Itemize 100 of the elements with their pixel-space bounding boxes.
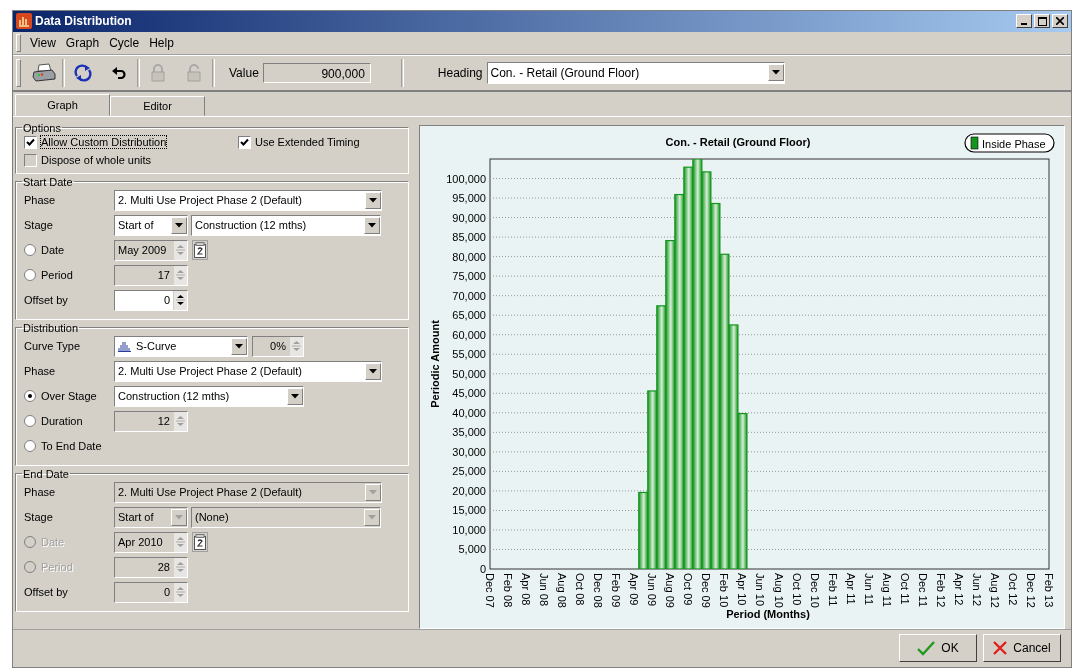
dropdown[interactable]: 2. Multi Use Project Phase 2 (Default) [114,360,382,382]
radio-label: To End Date [41,440,102,453]
group-title: Start Date [22,175,74,188]
close-button[interactable] [1052,14,1068,29]
check-icon [917,640,936,657]
y-tick-label: 75,000 [452,269,486,282]
dropdown[interactable]: Construction (12 mths) [191,214,381,236]
radio-button[interactable] [24,440,36,453]
dropdown[interactable]: S-Curve [114,335,248,357]
y-tick-label: 0 [479,562,486,575]
y-tick-label: 50,000 [452,367,486,380]
y-tick-label: 80,000 [452,250,486,263]
maximize-button[interactable] [1034,14,1050,29]
menu-item[interactable]: Graph [61,35,106,50]
x-tick-label: Dec 12 [1024,572,1037,608]
value-label: Value [229,65,259,80]
cancel-button[interactable]: Cancel [983,634,1061,663]
legend: Inside Phase [964,133,1055,153]
x-tick-label: Feb 08 [502,572,515,607]
field-label: Phase [24,365,56,378]
radio-button[interactable] [24,390,36,403]
ok-button[interactable]: OK [899,634,977,663]
field-label: Phase [24,194,56,207]
x-tick-label: Apr 08 [520,572,533,606]
y-tick-label: 95,000 [452,191,486,204]
field-label: Stage [24,219,53,232]
checkbox-label: Dispose of whole units [41,154,152,167]
tab[interactable]: Editor [110,95,205,116]
checkbox-label: Allow Custom Distribution [41,136,167,149]
x-tick-label: Feb 10 [718,572,731,607]
y-tick-label: 65,000 [452,308,486,321]
y-tick-label: 45,000 [452,386,486,399]
checkbox[interactable] [238,135,251,149]
radio-label: Period [41,269,73,282]
x-tick-label: Oct 08 [574,572,587,606]
x-tick-label: Oct 12 [1006,572,1019,606]
dropdown[interactable]: Con. - Retail (Ground Floor) [486,61,785,84]
spinner-icon[interactable] [173,290,187,310]
x-tick-label: Feb 11 [826,572,839,607]
field-label: Offset by [24,294,68,307]
maximize-icon [1037,16,1047,26]
x-tick-label: Aug 10 [772,572,785,608]
dropdown[interactable]: 2. Multi Use Project Phase 2 (Default) [114,189,382,211]
caret-icon[interactable] [171,216,187,234]
x-tick-label: Apr 12 [952,572,965,606]
field-label: Stage [24,511,53,524]
caret-icon[interactable] [364,216,380,234]
y-tick-label: 25,000 [452,465,486,478]
dropdown[interactable]: Construction (12 mths) [114,385,304,407]
app-icon [16,13,32,30]
value-field: 900,000 [262,62,371,83]
y-tick-label: 10,000 [452,523,486,536]
tab[interactable]: Graph [15,93,110,116]
field-label: Curve Type [24,340,81,353]
x-tick-label: Jun 09 [646,572,659,606]
x-tick-label: Jun 11 [862,572,875,605]
y-tick-label: 100,000 [446,172,486,185]
window-title: Data Distribution [35,14,132,29]
x-tick-label: Feb 09 [610,572,623,607]
printer-icon[interactable] [30,60,58,85]
dropdown[interactable]: Start of [114,214,188,236]
caret-icon[interactable] [231,337,247,355]
calendar-icon[interactable] [192,532,208,553]
menu-item[interactable]: Help [145,35,180,50]
x-tick-label: Dec 11 [916,572,929,607]
number-field[interactable]: 0 [114,289,188,311]
y-tick-label: 55,000 [452,347,486,360]
y-tick-label: 20,000 [452,484,486,497]
checkbox[interactable] [24,135,37,149]
legend-label: Inside Phase [982,137,1046,150]
caret-icon[interactable] [767,64,784,82]
x-tick-label: Jun 08 [538,572,551,606]
x-tick-label: Dec 08 [592,572,605,608]
caret-icon[interactable] [365,362,381,380]
x-tick-label: Feb 13 [1043,572,1055,607]
checkbox-label: Use Extended Timing [255,136,360,149]
y-tick-label: 5,000 [458,543,486,556]
calendar-icon[interactable] [192,240,208,261]
y-tick-label: 35,000 [452,426,486,438]
x-tick-label: Apr 11 [844,572,857,605]
x-tick-label: Apr 10 [736,572,749,606]
y-tick-label: 70,000 [452,289,486,302]
check-icon [240,137,249,147]
y-axis-title: Periodic Amount [429,319,441,408]
bar-chart-icon [118,340,131,352]
x-tick-label: Feb 12 [934,572,947,607]
x-tick-label: Dec 07 [484,572,496,608]
group-title: Distribution [22,321,80,334]
caret-icon[interactable] [365,191,381,209]
heading-label: Heading [437,65,483,80]
caret-icon[interactable] [287,387,303,405]
x-tick-label: Dec 09 [700,572,713,608]
y-tick-label: 60,000 [452,328,486,341]
x-tick-label: Aug 11 [880,572,893,607]
x-tick-label: Jun 10 [754,572,767,606]
menu-item[interactable]: View [26,35,62,50]
field-label: Phase [24,486,56,499]
menu-item[interactable]: Cycle [105,35,146,50]
group-title: Options [22,121,62,134]
minimize-button[interactable] [1016,14,1032,29]
